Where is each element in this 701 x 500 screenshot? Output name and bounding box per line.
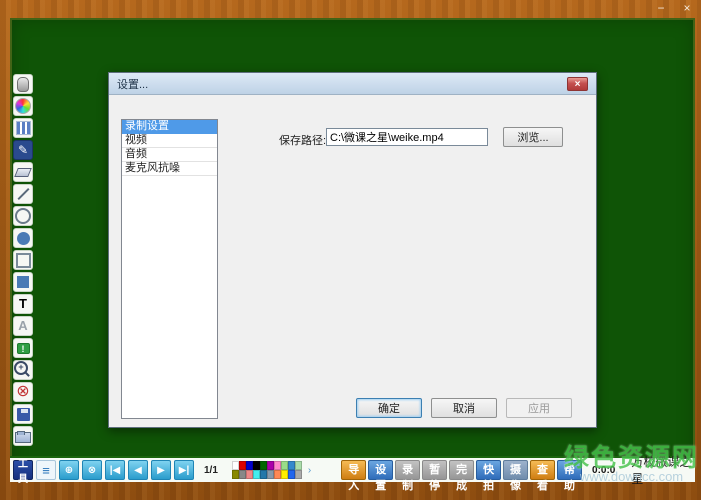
color-swatch[interactable] [246, 470, 253, 479]
prev-page-button[interactable]: ◀ [128, 460, 148, 480]
circle-filled-icon[interactable] [13, 228, 33, 248]
left-toolbar: ✎ T A ! [13, 74, 33, 446]
finish-button[interactable]: 完成 [449, 460, 474, 480]
view-button[interactable]: 查看 [530, 460, 555, 480]
color-swatch[interactable] [239, 461, 246, 470]
color-swatch[interactable] [253, 461, 260, 470]
app-window: − × ✎ [0, 0, 701, 500]
color-swatch[interactable] [246, 461, 253, 470]
color-swatch[interactable] [295, 461, 302, 470]
color-wheel-icon[interactable] [13, 96, 33, 116]
color-swatch[interactable] [239, 470, 246, 479]
settings-category-list: 录制设置视频音频麦克风抗噪 [121, 119, 218, 419]
tool-glyph: ! [17, 343, 30, 354]
folder-icon[interactable] [13, 426, 33, 446]
board-icon[interactable]: ! [13, 338, 33, 358]
numbered-list-button[interactable]: ≡ [36, 460, 56, 480]
settings-category-item[interactable]: 音频 [122, 148, 217, 162]
ok-button[interactable]: 确定 [356, 398, 422, 418]
tool-glyph: ✎ [18, 144, 28, 156]
add-page-button[interactable]: ⊕ [59, 460, 79, 480]
bottom-toolbar: 工具≡⊕⊗|◀◀▶▶| 1/1 › 导入设置录制暂停完成快拍摄像查看帮助 0:0… [10, 456, 695, 482]
action-button-group: 导入设置录制暂停完成快拍摄像查看帮助 [341, 460, 582, 480]
color-swatch[interactable] [260, 461, 267, 470]
settings-category-item[interactable]: 麦克风抗噪 [122, 162, 217, 176]
color-swatch[interactable] [281, 461, 288, 470]
tool-glyph: ⊗ [16, 384, 29, 400]
font-icon[interactable]: A [13, 316, 33, 336]
color-swatch[interactable] [274, 470, 281, 479]
tool-glyph: A [18, 320, 27, 332]
square-filled-icon[interactable] [13, 272, 33, 292]
minimize-button[interactable]: − [653, 2, 669, 16]
color-palette [232, 461, 302, 479]
eraser-icon[interactable] [13, 162, 33, 182]
color-swatch[interactable] [253, 470, 260, 479]
settings-category-item[interactable]: 视频 [122, 134, 217, 148]
first-page-button[interactable]: |◀ [105, 460, 125, 480]
app-name: 万校微课之星 [631, 453, 692, 487]
browse-button[interactable]: 浏览... [503, 127, 563, 147]
apply-button[interactable]: 应用 [506, 398, 572, 418]
pause-button[interactable]: 暂停 [422, 460, 447, 480]
next-page-button[interactable]: ▶ [151, 460, 171, 480]
save-icon[interactable] [13, 404, 33, 424]
text-icon[interactable]: T [13, 294, 33, 314]
dialog-titlebar[interactable]: 设置... × [109, 73, 596, 95]
dialog-body: 录制设置视频音频麦克风抗噪 保存路径: 浏览... 确定 取消 应用 [109, 95, 596, 428]
color-swatch[interactable] [288, 461, 295, 470]
columns-icon[interactable] [13, 118, 33, 138]
color-swatch[interactable] [267, 470, 274, 479]
snapshot-button[interactable]: 快拍 [476, 460, 501, 480]
color-swatch[interactable] [232, 470, 239, 479]
settings-dialog: 设置... × 录制设置视频音频麦克风抗噪 保存路径: 浏览... 确定 取消 … [108, 72, 597, 428]
import-button[interactable]: 导入 [341, 460, 366, 480]
tools-button[interactable]: 工具 [13, 460, 33, 480]
window-controls: − × [653, 2, 695, 16]
mouse-icon[interactable] [13, 74, 33, 94]
last-page-button[interactable]: ▶| [174, 460, 194, 480]
page-indicator: 1/1 [204, 465, 218, 476]
square-outline-icon[interactable] [13, 250, 33, 270]
dialog-close-button[interactable]: × [567, 77, 588, 91]
settings-category-item[interactable]: 录制设置 [122, 120, 217, 134]
circle-outline-icon[interactable] [13, 206, 33, 226]
color-swatch[interactable] [267, 461, 274, 470]
line-icon[interactable] [13, 184, 33, 204]
color-swatch[interactable] [232, 461, 239, 470]
save-path-label: 保存路径: [279, 132, 326, 148]
nav-button-group: 工具≡⊕⊗|◀◀▶▶| [13, 460, 194, 480]
pen-icon[interactable]: ✎ [13, 140, 33, 160]
help-button[interactable]: 帮助 [557, 460, 582, 480]
color-swatch[interactable] [274, 461, 281, 470]
settings-button[interactable]: 设置 [368, 460, 393, 480]
save-path-input[interactable] [326, 128, 488, 146]
color-swatch[interactable] [281, 470, 288, 479]
zoom-in-icon[interactable] [13, 360, 33, 380]
dialog-footer: 确定 取消 应用 [356, 398, 572, 418]
camera-button[interactable]: 摄像 [503, 460, 528, 480]
dialog-title: 设置... [117, 76, 148, 92]
clear-icon[interactable]: ⊗ [13, 382, 33, 402]
cancel-button[interactable]: 取消 [431, 398, 497, 418]
color-swatch[interactable] [260, 470, 267, 479]
palette-more-button[interactable]: › [308, 465, 311, 476]
color-swatch[interactable] [295, 470, 302, 479]
record-button[interactable]: 录制 [395, 460, 420, 480]
window-close-button[interactable]: × [679, 2, 695, 16]
recording-timer: 0:0:0 [592, 465, 615, 476]
tool-glyph: T [19, 298, 27, 310]
close-page-button[interactable]: ⊗ [82, 460, 102, 480]
color-swatch[interactable] [288, 470, 295, 479]
